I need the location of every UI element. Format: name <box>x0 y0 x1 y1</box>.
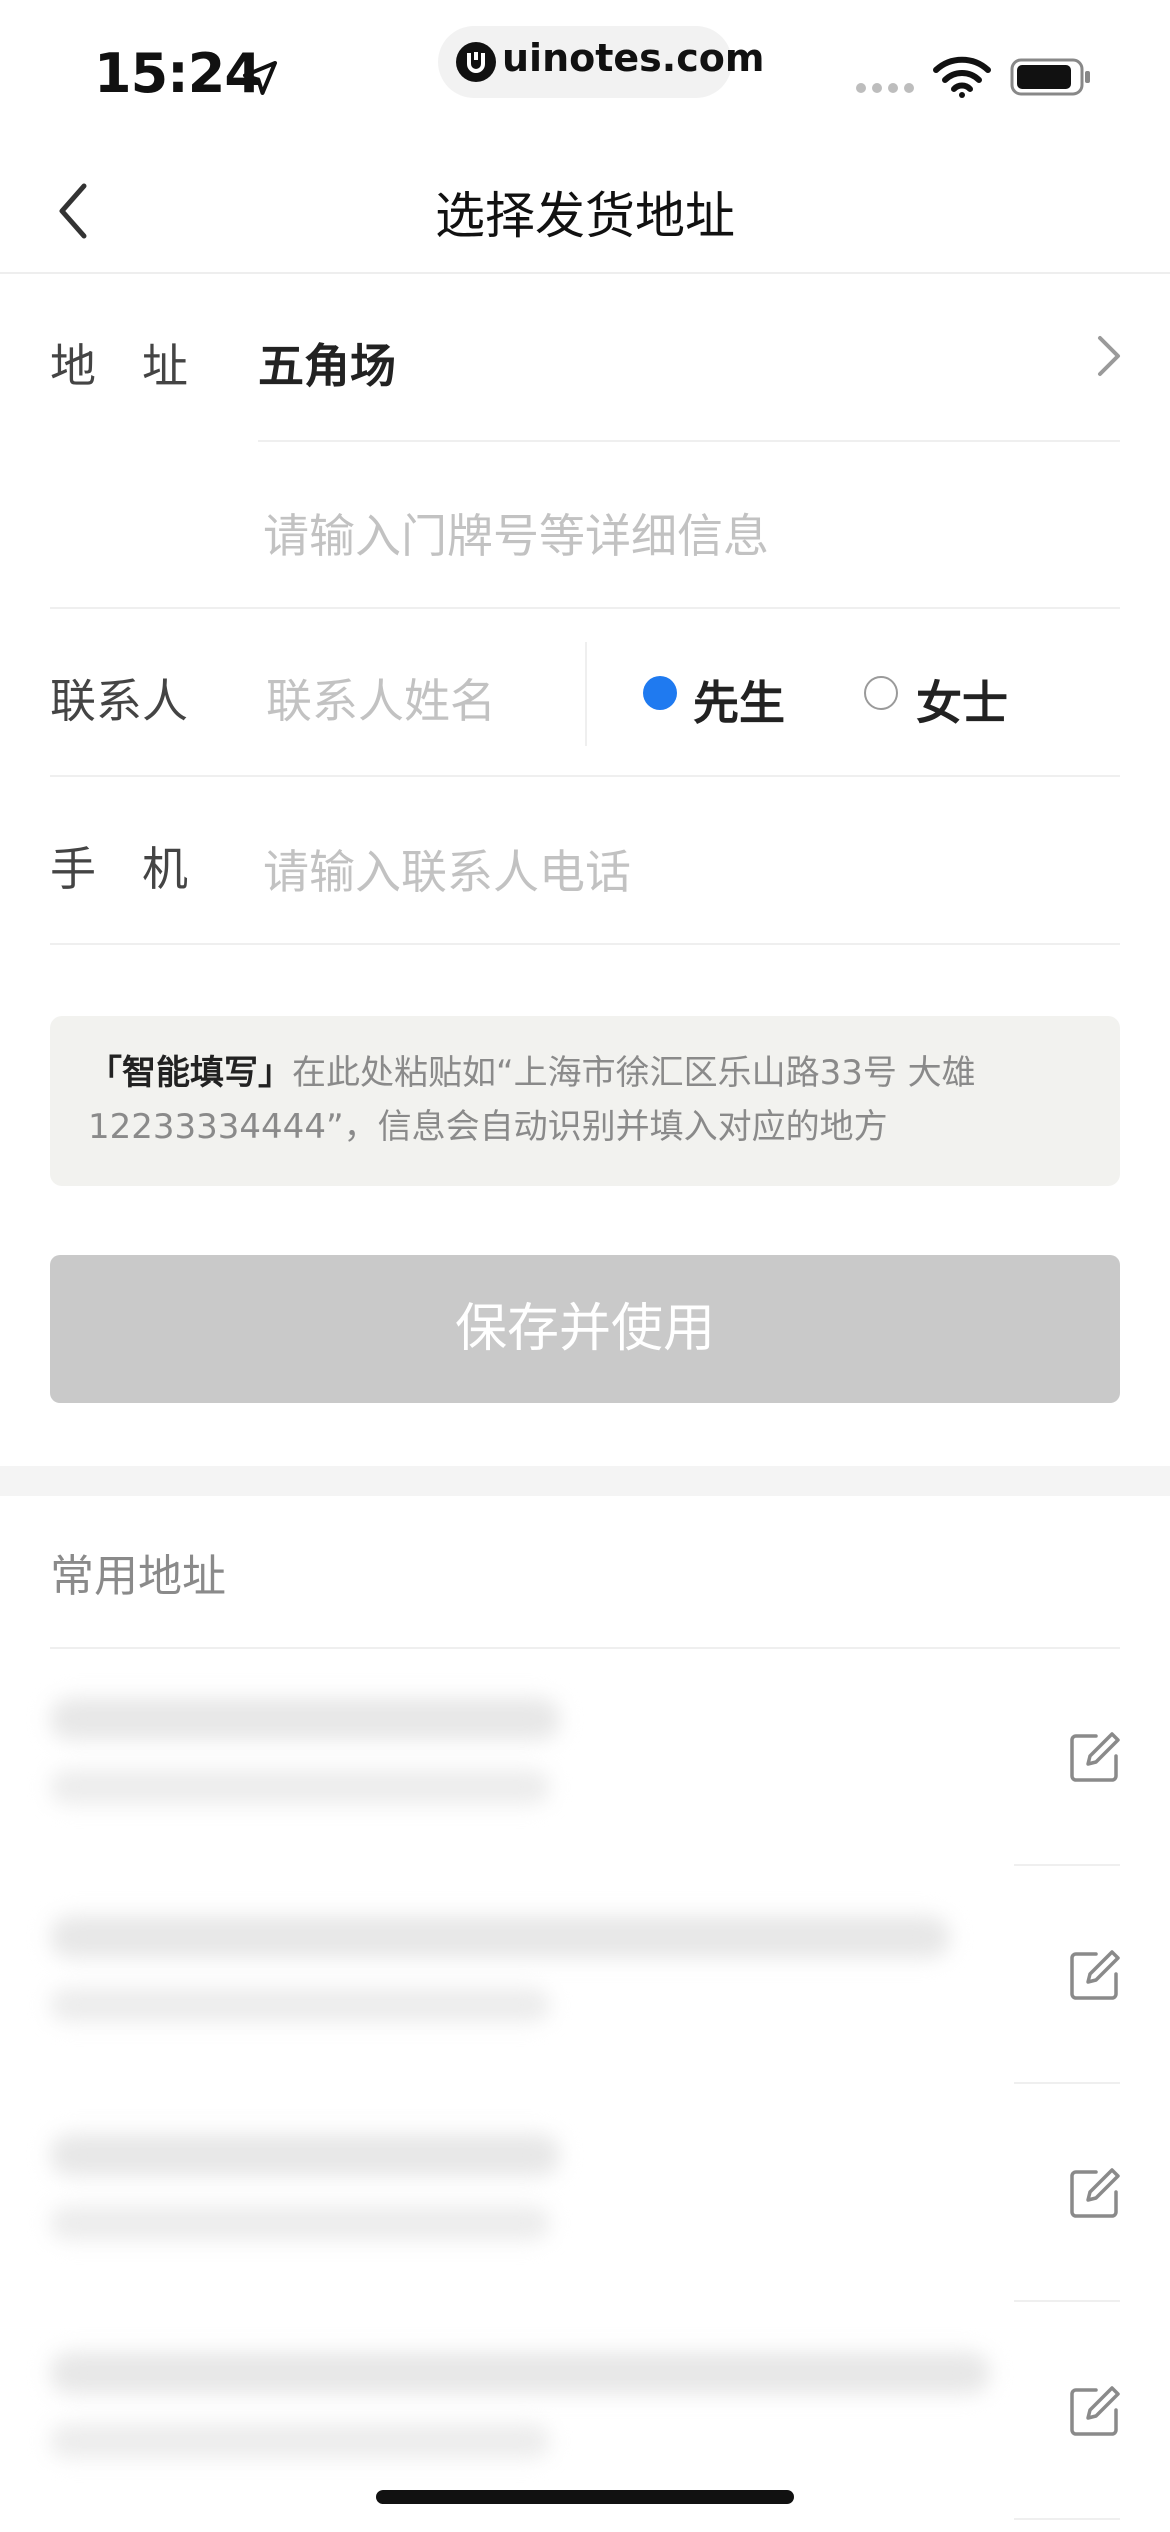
row-divider <box>50 775 1120 777</box>
edit-icon[interactable] <box>1066 1728 1124 1786</box>
gender-option-mr[interactable]: 先生 <box>693 667 785 733</box>
signal-icon <box>856 83 914 93</box>
address-label: 地 址 <box>50 339 188 393</box>
page-title: 选择发货地址 <box>435 187 735 245</box>
smart-fill-title: 「智能填写」 <box>88 1053 292 1093</box>
radio-ms[interactable] <box>864 676 898 710</box>
blurred-contact-line <box>50 2424 550 2458</box>
wifi-icon <box>933 56 991 98</box>
row-divider <box>1014 2082 1120 2084</box>
edit-icon[interactable] <box>1066 1946 1124 2004</box>
list-item[interactable] <box>24 2306 1014 2516</box>
blurred-contact-line <box>50 2206 550 2240</box>
blurred-contact-line <box>50 1770 550 1804</box>
home-indicator[interactable] <box>376 2490 794 2504</box>
list-item[interactable] <box>24 1652 1014 1862</box>
detail-address-input[interactable]: 请输入门牌号等详细信息 <box>263 500 769 566</box>
contact-label: 联系人 <box>50 674 188 728</box>
blurred-address-line <box>50 2352 990 2394</box>
url-text: uinotes.com <box>502 36 765 80</box>
row-divider <box>50 1647 1120 1649</box>
phone-label: 手 机 <box>50 842 188 896</box>
blurred-address-line <box>50 1698 560 1740</box>
section-separator <box>0 1466 1170 1496</box>
row-divider <box>1014 1864 1120 1866</box>
location-arrow-icon <box>243 61 277 95</box>
nav-divider <box>0 272 1170 274</box>
contact-name-input[interactable]: 联系人姓名 <box>266 665 496 731</box>
row-divider <box>50 607 1120 609</box>
phone-input[interactable]: 请输入联系人电话 <box>263 836 631 902</box>
smart-fill-text: 「智能填写」在此处粘贴如“上海市徐汇区乐山路33号 大雄 12233334444… <box>88 1046 1088 1154</box>
save-and-use-button[interactable]: 保存并使用 <box>50 1255 1120 1403</box>
row-divider <box>1014 2518 1120 2520</box>
edit-icon[interactable] <box>1066 2164 1124 2222</box>
address-value[interactable]: 五角场 <box>258 330 396 396</box>
blurred-contact-line <box>50 1988 550 2022</box>
blurred-address-line <box>50 1916 950 1958</box>
blurred-address-line <box>50 2134 560 2176</box>
list-item[interactable] <box>24 2088 1014 2298</box>
battery-icon <box>1010 58 1090 96</box>
row-divider <box>50 943 1120 945</box>
common-address-title: 常用地址 <box>50 1551 226 1602</box>
row-divider <box>258 440 1120 442</box>
list-item[interactable] <box>24 1870 1014 2080</box>
radio-mr-selected[interactable] <box>643 676 677 710</box>
site-logo-icon <box>456 42 496 82</box>
row-divider <box>1014 2300 1120 2302</box>
chevron-right-icon[interactable] <box>1088 332 1128 380</box>
edit-icon[interactable] <box>1066 2382 1124 2440</box>
status-time: 15:24 <box>94 42 262 105</box>
field-divider <box>585 642 587 746</box>
gender-option-ms[interactable]: 女士 <box>916 667 1008 733</box>
